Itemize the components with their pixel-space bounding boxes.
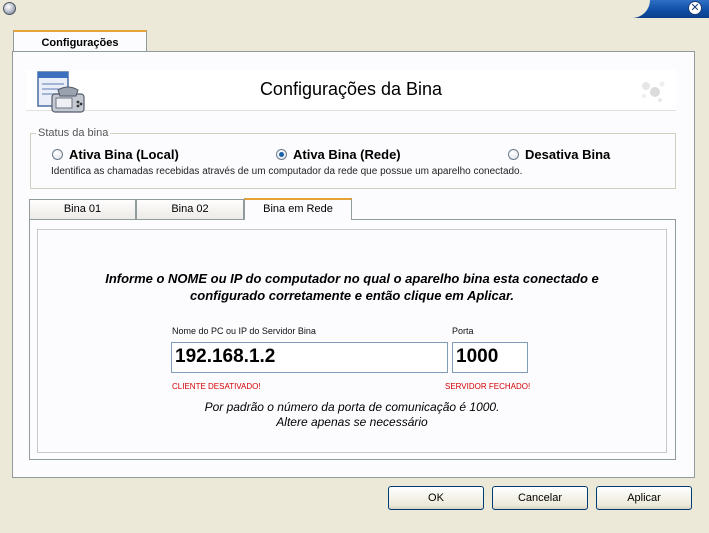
radio-desativa[interactable]: Desativa Bina <box>508 147 610 162</box>
client-status-text: CLIENTE DESATIVADO! <box>172 382 261 391</box>
host-label: Nome do PC ou IP do Servidor Bina <box>172 326 316 336</box>
dialog-header: Configurações da Bina <box>26 70 676 113</box>
server-status-text: SERVIDOR FECHADO! <box>445 382 531 391</box>
radio-label-rede: Ativa Bina (Rede) <box>293 147 401 162</box>
tab-bina-01[interactable]: Bina 01 <box>29 199 136 219</box>
tab-bina-em-rede[interactable]: Bina em Rede <box>244 198 352 220</box>
port-note-line-1: Por padrão o número da porta de comunica… <box>204 400 500 414</box>
radio-checked-icon[interactable] <box>276 149 287 160</box>
title-bar-background <box>0 0 650 18</box>
cancel-button[interactable]: Cancelar <box>492 486 588 510</box>
decorative-dots-icon <box>642 81 665 102</box>
radio-unchecked-icon[interactable] <box>52 149 63 160</box>
instruction-line-1: Informe o NOME ou IP do computador no qu… <box>105 271 599 286</box>
radio-ativa-local[interactable]: Ativa Bina (Local) <box>52 147 179 162</box>
port-label: Porta <box>452 326 474 336</box>
apply-button[interactable]: Aplicar <box>596 486 692 510</box>
fax-phone-icon <box>37 71 85 113</box>
port-input[interactable]: 1000 <box>452 342 528 373</box>
instruction-line-2: configurado corretamente e então clique … <box>190 288 514 303</box>
port-note: Por padrão o número da porta de comunica… <box>37 400 667 430</box>
host-input[interactable]: 192.168.1.2 <box>171 342 448 373</box>
radio-label-local: Ativa Bina (Local) <box>69 147 179 162</box>
app-icon[interactable] <box>3 2 16 15</box>
radio-ativa-rede[interactable]: Ativa Bina (Rede) <box>276 147 401 162</box>
close-icon[interactable]: ✕ <box>688 1 702 15</box>
title-bar: ✕ <box>0 0 709 18</box>
page-title: Configurações da Bina <box>259 79 443 99</box>
ok-button[interactable]: OK <box>388 486 484 510</box>
instruction-text: Informe o NOME ou IP do computador no qu… <box>37 270 667 304</box>
status-description: Identifica as chamadas recebidas através… <box>51 166 523 177</box>
radio-label-desativa: Desativa Bina <box>525 147 611 162</box>
tab-configuracoes[interactable]: Configurações <box>13 30 147 52</box>
status-legend: Status da bina <box>38 127 109 139</box>
port-note-line-2: Altere apenas se necessário <box>276 415 428 429</box>
radio-unchecked-icon[interactable] <box>508 149 519 160</box>
tab-bina-02[interactable]: Bina 02 <box>136 199 244 219</box>
